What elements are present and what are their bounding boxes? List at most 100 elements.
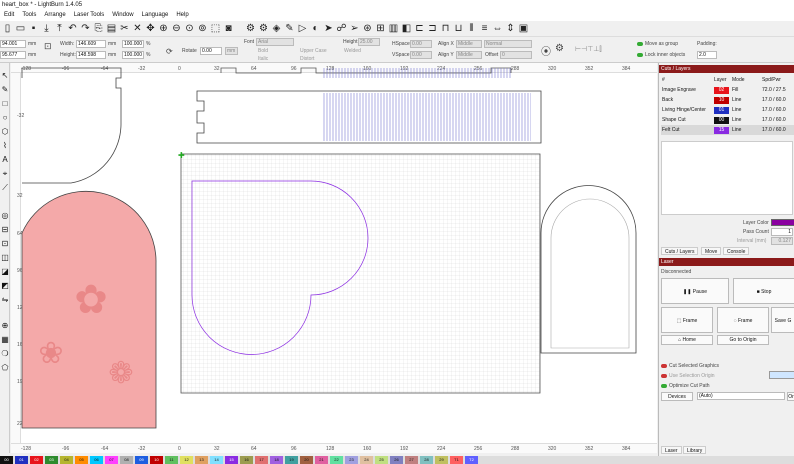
layer-mode[interactable]: Line <box>731 125 761 135</box>
rotate-field[interactable]: 0.00 <box>200 47 222 55</box>
new-file-icon[interactable]: ▯ <box>2 23 13 34</box>
test-fire-icon[interactable]: ☍ <box>336 23 347 34</box>
target-icon[interactable]: ⊛ <box>362 23 373 34</box>
palette-swatch[interactable]: 10 <box>150 456 163 464</box>
welded-checkbox[interactable]: Welded <box>344 48 361 54</box>
frame-circle-button[interactable]: ◌ Frame <box>717 307 769 333</box>
align-left-icon[interactable]: ⊏ <box>414 23 425 34</box>
tab-move[interactable]: Move <box>701 247 722 255</box>
grid-array-icon[interactable]: ▦ <box>0 335 10 345</box>
undo-icon[interactable]: ↶ <box>67 23 78 34</box>
tab-cuts-layers[interactable]: Cuts / Layers <box>661 247 699 255</box>
align-top-icon[interactable]: ⊔ <box>453 23 464 34</box>
table-row-selected[interactable]: Felt Cut 15 Line 17.0 / 60.0 <box>661 125 794 135</box>
move-icon[interactable]: ✥ <box>145 23 156 34</box>
layer-mode[interactable]: Line <box>731 115 761 125</box>
rotate-unit[interactable]: mm <box>225 47 238 55</box>
interval-field[interactable]: 0.127 <box>771 237 793 245</box>
home-button[interactable]: ⌂ Home <box>661 335 713 345</box>
palette-swatch[interactable]: 17 <box>255 456 268 464</box>
bars-icon[interactable]: ▥ <box>388 23 399 34</box>
boolean-intersect-icon[interactable]: ◩ <box>0 281 10 291</box>
menu-tools[interactable]: Tools <box>22 10 36 21</box>
use-selection-origin-toggle[interactable]: Use Selection Origin <box>661 373 715 379</box>
cut-icon[interactable]: ✂ <box>119 23 130 34</box>
table-row[interactable]: Image Engrave 02 Fill 72.0 / 27.5 <box>661 85 794 95</box>
frame-rect-button[interactable]: ⬚ Frame <box>661 307 713 333</box>
circular-array-icon[interactable]: ❍ <box>0 349 10 359</box>
menu-edit[interactable]: Edit <box>4 10 14 21</box>
palette-swatch[interactable]: 02 <box>30 456 43 464</box>
boolean-diff-icon[interactable]: ◪ <box>0 267 10 277</box>
grid-icon[interactable]: ⊞ <box>375 23 386 34</box>
palette-swatch[interactable]: 23 <box>345 456 358 464</box>
palette-swatch[interactable]: 21 <box>315 456 328 464</box>
node-edit-icon[interactable]: ◧ <box>401 23 412 34</box>
palette-swatch[interactable]: 20 <box>300 456 313 464</box>
table-row[interactable]: Shape Cut 00 Line 17.0 / 60.0 <box>661 115 794 125</box>
palette-swatch[interactable]: 13 <box>195 456 208 464</box>
lock-inner-toggle[interactable]: Lock inner objects <box>637 52 685 58</box>
text-icon[interactable]: A <box>0 155 10 165</box>
tabs-icon[interactable]: ⊟ <box>0 225 10 235</box>
x-position-field[interactable]: 94.001 <box>0 40 26 48</box>
palette-swatch[interactable]: 18 <box>270 456 283 464</box>
zoom-out-icon[interactable]: ⊖ <box>171 23 182 34</box>
table-row[interactable]: Living Hinge/Center 01 Line 17.0 / 60.0 <box>661 105 794 115</box>
palette-swatch[interactable]: 01 <box>15 456 28 464</box>
design-canvas[interactable]: -128 -96 -64 -32 0 32 64 96 128 160 192 … <box>11 63 657 453</box>
edit-nodes-icon[interactable]: ✎ <box>0 85 10 95</box>
go-to-origin-button[interactable]: Go to Origin <box>717 335 769 345</box>
menu-window[interactable]: Window <box>112 10 133 21</box>
align-y-select[interactable]: Middle <box>456 51 482 59</box>
palette-swatch[interactable]: 27 <box>405 456 418 464</box>
move-as-group-toggle[interactable]: Move as group <box>637 41 678 47</box>
align-x-select[interactable]: Middle <box>456 40 482 48</box>
palette-swatch[interactable]: 29 <box>435 456 448 464</box>
height-field[interactable]: 148.598 <box>76 51 106 59</box>
align-right-icon[interactable]: ⊓ <box>440 23 451 34</box>
y-position-field[interactable]: 95.677 <box>0 51 26 59</box>
group-icon[interactable]: ⦿ <box>541 43 551 58</box>
open-folder-icon[interactable]: ▭ <box>15 23 26 34</box>
palette-swatch[interactable]: 19 <box>285 456 298 464</box>
delete-icon[interactable]: ✕ <box>132 23 143 34</box>
arrow-icon[interactable]: ➤ <box>323 23 334 34</box>
text-height-field[interactable]: 25.00 <box>358 38 380 46</box>
paste-icon[interactable]: ▤ <box>106 23 117 34</box>
palette-swatch[interactable]: 16 <box>240 456 253 464</box>
bold-checkbox[interactable]: Bold <box>258 48 268 54</box>
device-select[interactable]: (Auto) <box>697 392 785 400</box>
menu-language[interactable]: Language <box>142 10 169 21</box>
device-settings-icon[interactable]: ⚙ <box>258 23 269 34</box>
tab-library[interactable]: Library <box>683 446 707 454</box>
cut-selected-toggle[interactable]: Cut Selected Graphics <box>661 363 719 369</box>
save-gcode-button[interactable]: Save G <box>771 307 794 333</box>
palette-swatch[interactable]: 12 <box>180 456 193 464</box>
optimize-cut-path-toggle[interactable]: Optimize Cut Path <box>661 383 710 389</box>
weld-icon[interactable]: ◐ <box>310 23 321 34</box>
align-controls-icon[interactable]: ⊢⊣⊤⊥⫿ <box>575 45 602 54</box>
tab-laser[interactable]: Laser <box>661 446 682 454</box>
camera-icon[interactable]: ◙ <box>223 23 234 34</box>
boolean-union-icon[interactable]: ◫ <box>0 253 10 263</box>
palette-swatch[interactable]: T1 <box>450 456 463 464</box>
polygon-icon[interactable]: ⬡ <box>0 127 10 137</box>
pass-count-field[interactable]: 1 <box>771 228 793 236</box>
palette-swatch[interactable]: 22 <box>330 456 343 464</box>
select-pointer-icon[interactable]: ↖ <box>0 71 10 81</box>
export-icon[interactable]: ⤒ <box>54 23 65 34</box>
layer-mode[interactable]: Line <box>731 95 761 105</box>
palette-swatch[interactable]: 04 <box>60 456 73 464</box>
lock-ratio-icon[interactable]: ⊡ <box>44 41 52 52</box>
redo-icon[interactable]: ↷ <box>80 23 91 34</box>
width-field[interactable]: 146.609 <box>76 40 106 48</box>
layer-mode[interactable]: Line <box>731 105 761 115</box>
machine-settings-icon[interactable]: ✎ <box>284 23 295 34</box>
align-center-icon[interactable]: ⊐ <box>427 23 438 34</box>
palette-swatch[interactable]: 05 <box>75 456 88 464</box>
offset-icon[interactable]: ◎ <box>0 211 10 221</box>
start-from-select[interactable] <box>769 371 794 379</box>
layer-mode[interactable]: Fill <box>731 85 761 95</box>
palette-swatch[interactable]: 25 <box>375 456 388 464</box>
